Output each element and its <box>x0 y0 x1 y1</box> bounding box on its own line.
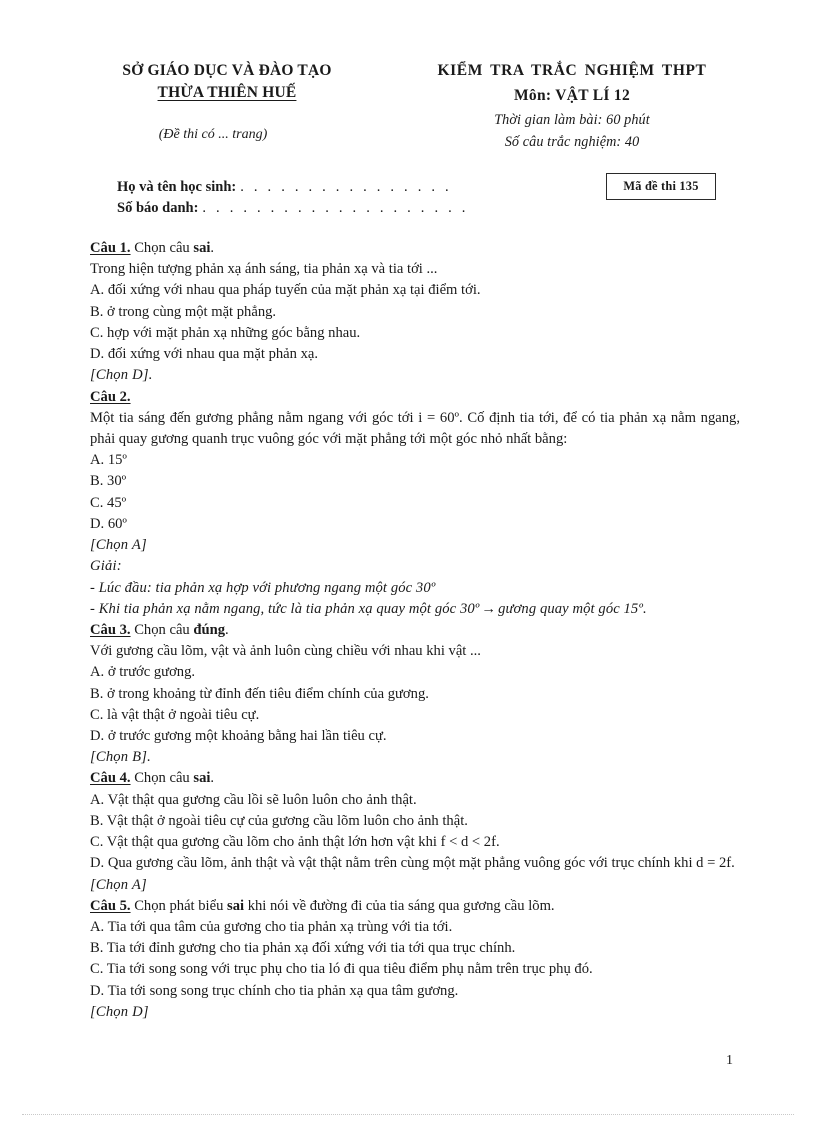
question-block: Câu 4. Chọn câu sai. A. Vật thật qua gươ… <box>90 768 740 895</box>
question-option[interactable]: D. đối xứng với nhau qua mặt phản xạ. <box>90 344 740 365</box>
question-option[interactable]: D. Qua gương cầu lõm, ảnh thật và vật th… <box>90 853 740 874</box>
question-stem: Trong hiện tượng phản xạ ánh sáng, tia p… <box>90 261 438 278</box>
student-name-label: Họ và tên học sinh: <box>117 179 237 195</box>
question-option[interactable]: B. ở trong cùng một mặt phẳng. <box>90 302 740 323</box>
question-option[interactable]: B. 30º <box>90 471 740 492</box>
question-answer: [Chọn D]. <box>90 367 153 384</box>
question-option[interactable]: B. Tia tới đỉnh gương cho tia phản xạ đố… <box>90 938 740 959</box>
student-name-leader[interactable]: . . . . . . . . . . . . . . . . <box>240 179 452 195</box>
pages-note: (Đề thi có ... trang) <box>158 126 268 142</box>
question-option[interactable]: C. 45º <box>90 493 740 514</box>
question-block: Câu 5. Chọn phát biểu sai khi nói về đườ… <box>90 896 740 1023</box>
department-name-line1: SỞ GIÁO DỤC VÀ ĐÀO TẠO <box>122 62 332 79</box>
question-instruction-pre: Chọn câu <box>134 240 194 256</box>
question-option[interactable]: D. 60º <box>90 514 740 535</box>
bottom-divider <box>22 1114 794 1115</box>
solution-line-text: - Khi tia phản xạ nằm ngang, tức là tia … <box>90 600 480 617</box>
header-right-block: KIỂM TRA TRẮC NGHIỆM THPT Môn: VẬT LÍ 12… <box>392 60 752 153</box>
question-label: Câu 3. <box>90 621 131 638</box>
question-option[interactable]: C. là vật thật ở ngoài tiêu cự. <box>90 705 740 726</box>
solution-line: - Khi tia phản xạ nằm ngang, tức là tia … <box>90 599 740 620</box>
question-heading: Câu 2. <box>90 387 740 408</box>
question-block: Câu 3. Chọn câu đúng. Với gương cầu lõm,… <box>90 620 740 769</box>
question-answer: [Chọn A] <box>90 537 147 554</box>
question-answer: [Chọn D] <box>90 1003 149 1020</box>
student-name-row: Họ và tên học sinh:. . . . . . . . . . .… <box>117 177 469 198</box>
question-option[interactable]: C. Tia tới song song với trục phụ cho ti… <box>90 959 740 980</box>
exam-subject: Môn: VẬT LÍ 12 <box>513 87 631 105</box>
arrow-icon: → <box>481 600 497 617</box>
student-id-leader[interactable]: . . . . . . . . . . . . . . . . . . . . <box>202 200 468 216</box>
question-instruction-pre: Chọn phát biểu <box>134 897 228 914</box>
question-heading: Câu 4. Chọn câu sai. <box>90 768 740 789</box>
question-option[interactable]: A. Tia tới qua tâm của gương cho tia phả… <box>90 917 740 938</box>
question-option[interactable]: B. Vật thật ở ngoài tiêu cự của gương cầ… <box>90 811 740 832</box>
question-option[interactable]: D. Tia tới song song trục chính cho tia … <box>90 981 740 1002</box>
question-instruction-post: . <box>210 770 215 787</box>
question-instruction-keyword: đúng <box>193 621 226 638</box>
question-label: Câu 2. <box>90 388 131 405</box>
question-instruction-post: khi nói về đường đi của tia sáng qua gươ… <box>244 897 555 914</box>
question-block: Câu 2. Một tia sáng đến gương phẳng nằm … <box>90 387 740 620</box>
question-instruction-post: . <box>225 621 229 638</box>
question-instruction-keyword: sai <box>227 897 245 914</box>
exam-duration: Thời gian làm bài: 60 phút <box>494 111 650 128</box>
page-number: 1 <box>726 1053 733 1068</box>
question-heading: Câu 3. Chọn câu đúng. <box>90 620 740 641</box>
question-heading: Câu 5. Chọn phát biểu sai khi nói về đườ… <box>90 896 740 917</box>
question-label: Câu 1. <box>90 240 131 256</box>
student-id-row: Số báo danh:. . . . . . . . . . . . . . … <box>117 198 469 219</box>
question-instruction-pre: Chọn câu <box>134 770 194 787</box>
student-id-label: Số báo danh: <box>117 199 199 216</box>
question-option[interactable]: C. Vật thật qua gương cầu lõm cho ảnh th… <box>90 832 740 853</box>
question-stem: Với gương cầu lõm, vật và ảnh luôn cùng … <box>90 643 481 660</box>
header-left-block: SỞ GIÁO DỤC VÀ ĐÀO TẠO THỪA THIÊN HUẾ (Đ… <box>62 60 392 144</box>
document-page: SỞ GIÁO DỤC VÀ ĐÀO TẠO THỪA THIÊN HUẾ (Đ… <box>0 0 816 1123</box>
question-option[interactable]: A. Vật thật qua gương cầu lồi sẽ luôn lu… <box>90 790 740 811</box>
question-stem: Một tia sáng đến gương phẳng nằm ngang v… <box>90 409 740 447</box>
question-instruction-keyword: sai <box>193 770 211 787</box>
exam-question-count: Số câu trắc nghiệm: 40 <box>504 134 640 151</box>
question-option[interactable]: A. ở trước gương. <box>90 662 740 683</box>
question-option[interactable]: C. hợp với mặt phản xạ những góc bằng nh… <box>90 323 740 344</box>
question-label: Câu 4. <box>90 770 131 787</box>
question-block: Câu 1. Chọn câu sai. Trong hiện tượng ph… <box>90 238 740 387</box>
question-instruction-pre: Chọn câu <box>134 621 194 638</box>
solution-heading: Giải: <box>90 558 122 575</box>
questions-container: Câu 1. Chọn câu sai. Trong hiện tượng ph… <box>90 238 740 1023</box>
question-instruction-keyword: sai <box>193 240 211 256</box>
exam-title: KIỂM TRA TRẮC NGHIỆM THPT <box>437 62 707 79</box>
question-heading: Câu 1. Chọn câu sai. <box>90 238 740 259</box>
question-answer: [Chọn A] <box>90 876 147 893</box>
question-option[interactable]: A. đối xứng với nhau qua pháp tuyến của … <box>90 280 740 301</box>
department-name-line2: THỪA THIÊN HUẾ <box>157 84 297 102</box>
document-header: SỞ GIÁO DỤC VÀ ĐÀO TẠO THỪA THIÊN HUẾ (Đ… <box>0 60 816 153</box>
question-option[interactable]: B. ở trong khoảng từ đỉnh đến tiêu điểm … <box>90 684 740 705</box>
question-option[interactable]: D. ở trước gương một khoảng bằng hai lần… <box>90 726 740 747</box>
question-label: Câu 5. <box>90 897 131 914</box>
question-option[interactable]: A. 15º <box>90 450 740 471</box>
exam-code-label: Mã đề thi 135 <box>623 179 699 193</box>
solution-line-tail: gương quay một góc 15º. <box>498 600 647 617</box>
question-instruction-post: . <box>210 240 215 256</box>
question-answer: [Chọn B]. <box>90 749 151 766</box>
exam-code-box: Mã đề thi 135 <box>606 173 716 200</box>
solution-line: - Lúc đầu: tia phản xạ hợp với phương ng… <box>90 579 436 596</box>
student-info-block: Họ và tên học sinh:. . . . . . . . . . .… <box>117 177 469 218</box>
